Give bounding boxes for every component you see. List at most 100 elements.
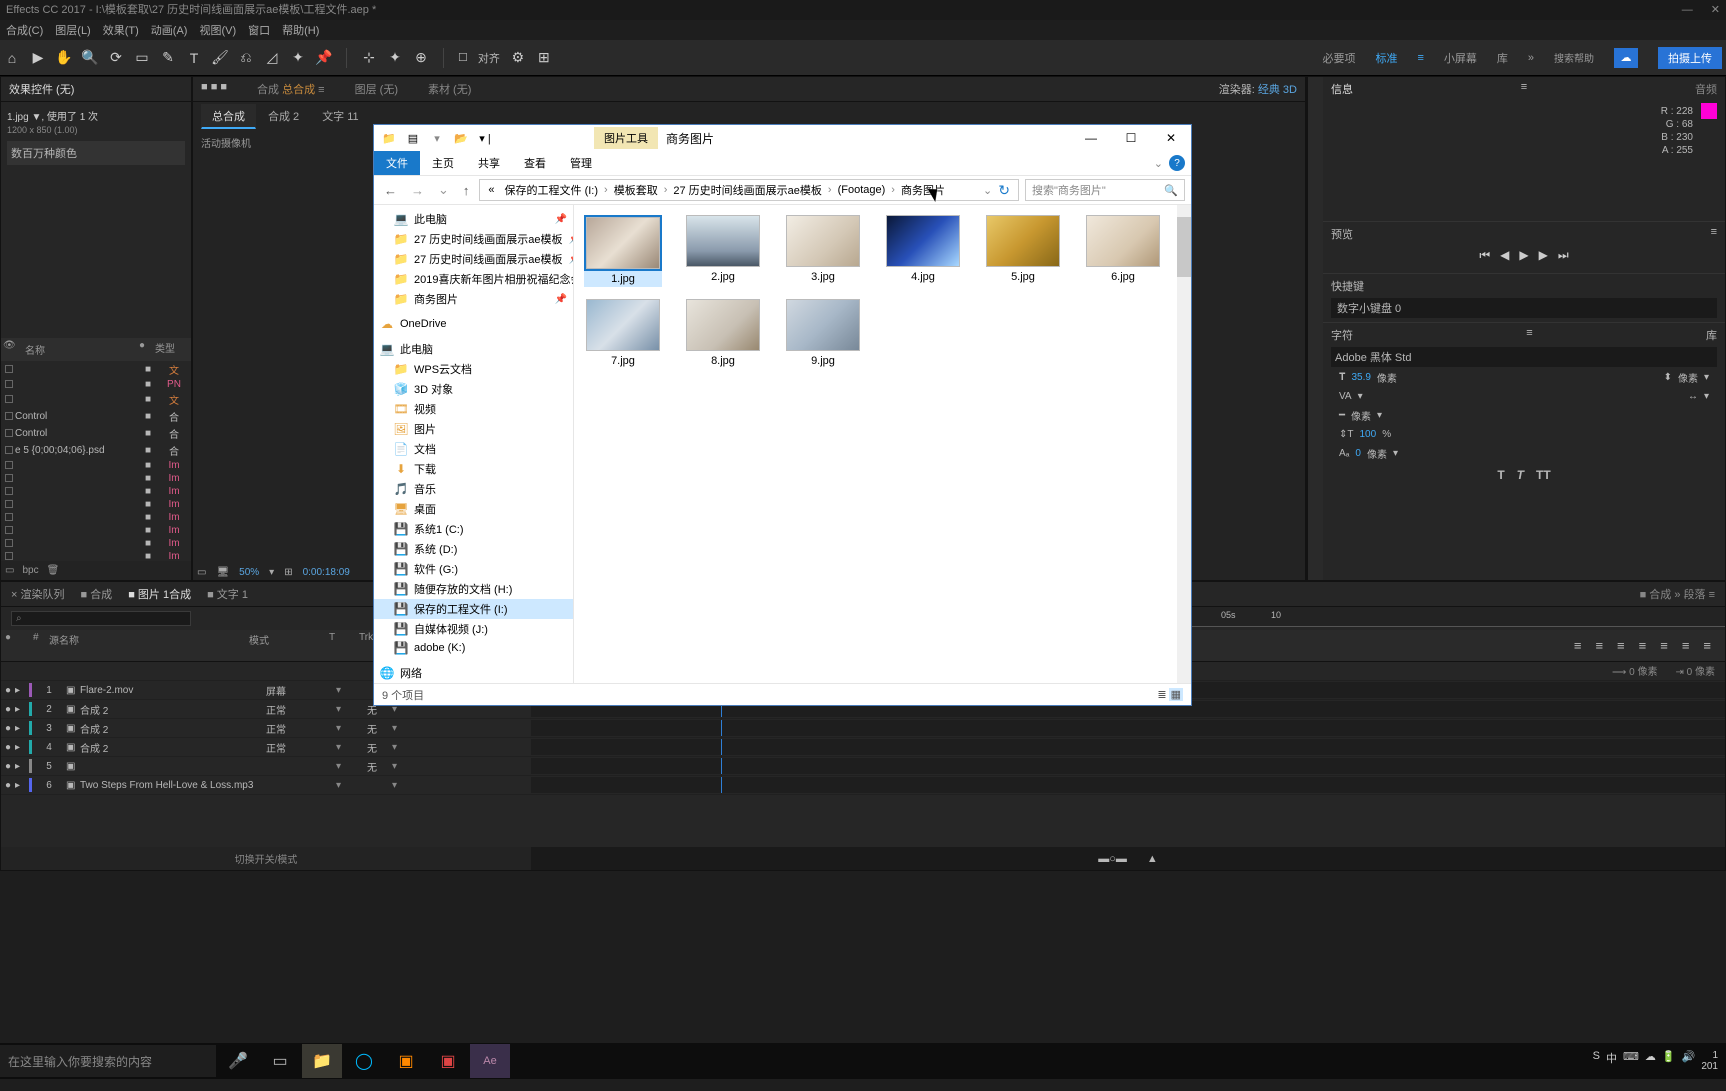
prev-frame-icon[interactable]: ◀ <box>1500 248 1509 263</box>
preview-menu-icon[interactable]: ≡ <box>1711 226 1717 242</box>
tl-zoom-in-icon[interactable]: ▲ <box>1147 853 1158 865</box>
pen-tool-icon[interactable]: ✎ <box>160 50 176 66</box>
align-center-icon[interactable]: ≡ <box>1595 638 1603 653</box>
viewer-grid-icon[interactable]: ⊞ <box>284 567 292 578</box>
snap-opt2-icon[interactable]: ⊞ <box>536 50 552 66</box>
axis-local-icon[interactable]: ⊹ <box>361 50 377 66</box>
tree-node[interactable]: 💾自媒体视频 (J:) <box>374 619 573 639</box>
menu-window[interactable]: 窗口 <box>248 22 270 38</box>
tree-node[interactable]: ☁OneDrive <box>374 315 573 333</box>
tree-node[interactable]: ⬇下载 <box>374 459 573 479</box>
project-row[interactable]: ■Im <box>1 511 191 524</box>
axis-world-icon[interactable]: ✦ <box>387 50 403 66</box>
snapshot-upload-button[interactable]: 拍摄上传 <box>1658 47 1722 69</box>
tl-tab-txt1[interactable]: ■ 文字 1 <box>207 586 248 602</box>
explorer-titlebar[interactable]: 📁 ▤ ▾ 📂 ▾ | 图片工具 商务图片 — ☐ ✕ <box>374 125 1191 151</box>
snap-opt-icon[interactable]: ⚙ <box>510 50 526 66</box>
explorer-search-input[interactable]: 搜索"商务图片" 🔍 <box>1025 179 1185 201</box>
comp-tab-2[interactable]: 合成 2 <box>257 104 310 129</box>
refresh-icon[interactable]: ↻ <box>994 182 1014 199</box>
play-icon[interactable]: ▶ <box>1519 248 1528 263</box>
align-left-icon[interactable]: ≡ <box>1574 638 1582 653</box>
project-row[interactable]: ■Im <box>1 524 191 537</box>
taskbar-app3-icon[interactable]: ▣ <box>428 1044 468 1078</box>
selection-tool-icon[interactable]: ▶ <box>30 50 46 66</box>
workspace-lib[interactable]: 库 <box>1497 50 1508 66</box>
effect-controls-tab[interactable]: 效果控件 (无) <box>9 81 74 97</box>
qat-down-icon[interactable]: ▾ <box>428 129 446 147</box>
explorer-close-button[interactable]: ✕ <box>1151 125 1191 151</box>
ribbon-tab-view[interactable]: 查看 <box>512 151 558 175</box>
ribbon-tab-home[interactable]: 主页 <box>420 151 466 175</box>
view-icons-icon[interactable]: ▦ <box>1169 688 1183 701</box>
addr-dropdown-icon[interactable]: ⌄ <box>983 184 992 197</box>
stamp-tool-icon[interactable]: ⎌ <box>238 50 254 66</box>
home-icon[interactable]: ⌂ <box>4 50 20 66</box>
puppet-tool-icon[interactable]: 📌 <box>316 50 332 66</box>
justify-left-icon[interactable]: ≡ <box>1639 638 1647 653</box>
tree-node[interactable]: 📄文档 <box>374 439 573 459</box>
justify-all-icon[interactable]: ≡ <box>1703 638 1711 653</box>
file-thumbnail[interactable]: 3.jpg <box>784 215 862 287</box>
roto-tool-icon[interactable]: ✦ <box>290 50 306 66</box>
minimize-button[interactable]: — <box>1682 0 1693 20</box>
project-row[interactable]: Control■合 <box>1 408 191 425</box>
audio-tab[interactable]: 音频 <box>1695 81 1717 97</box>
crumb-1[interactable]: 模板套取 <box>610 182 662 198</box>
timeline-search-input[interactable] <box>11 611 191 626</box>
rect-tool-icon[interactable]: ▭ <box>134 50 150 66</box>
address-bar[interactable]: « 保存的工程文件 (I:)› 模板套取› 27 历史时间线画面展示ae模板› … <box>479 179 1019 201</box>
align-right-icon[interactable]: ≡ <box>1617 638 1625 653</box>
tree-node[interactable]: 🎞视频 <box>374 399 573 419</box>
workspace-small[interactable]: 小屏幕 <box>1444 50 1477 66</box>
explorer-minimize-button[interactable]: — <box>1071 125 1111 151</box>
quick-key-value[interactable]: 数字小键盘 0 <box>1331 298 1717 318</box>
workspace-menu-icon[interactable]: ≡ <box>1417 52 1423 64</box>
project-row[interactable]: ■Im <box>1 550 191 562</box>
project-row[interactable]: ■文 <box>1 391 191 408</box>
workspace-more-icon[interactable]: » <box>1528 52 1534 64</box>
tl-tab-comp[interactable]: ■ 合成 <box>80 586 112 602</box>
project-row[interactable]: ■PN <box>1 378 191 391</box>
axis-view-icon[interactable]: ⊕ <box>413 50 429 66</box>
view-details-icon[interactable]: ≣ <box>1157 688 1166 701</box>
project-col-name[interactable]: 名称 <box>21 340 137 359</box>
crumb-4[interactable]: 商务图片 <box>897 182 949 198</box>
info-tab[interactable]: 信息 <box>1331 81 1353 97</box>
hand-tool-icon[interactable]: ✋ <box>56 50 72 66</box>
tree-node[interactable]: 💾系统1 (C:) <box>374 519 573 539</box>
tl-zoom-out-icon[interactable]: ▬○▬ <box>1098 853 1127 865</box>
bold-button[interactable]: T <box>1497 468 1504 482</box>
tree-node[interactable]: 💾保存的工程文件 (I:) <box>374 599 573 619</box>
tree-node[interactable]: 💾adobe (K:) <box>374 639 573 657</box>
tree-node[interactable]: 💾系统 (D:) <box>374 539 573 559</box>
taskbar-search-input[interactable]: 在这里输入你要搜索的内容 <box>0 1045 216 1077</box>
tl-tab-pic1[interactable]: ■ 图片 1合成 <box>128 586 191 602</box>
system-tray[interactable]: S 中 ⌨ ☁ 🔋 🔊 1201 <box>1585 1050 1726 1072</box>
menu-effect[interactable]: 效果(T) <box>103 22 139 38</box>
timeline-row[interactable]: ●▸3▣合成 2正常▾无▾ <box>1 719 1725 738</box>
taskbar-aftereffects-icon[interactable]: Ae <box>470 1044 510 1078</box>
allcaps-button[interactable]: TT <box>1536 468 1551 482</box>
tree-node[interactable]: 🎵音乐 <box>374 479 573 499</box>
tree-node[interactable]: 📁WPS云文档 <box>374 359 573 379</box>
comp-tab-text11[interactable]: 文字 11 <box>311 104 369 129</box>
tree-node[interactable]: 📁27 历史时间线画面展示ae模板📌 <box>374 249 573 269</box>
ribbon-tab-share[interactable]: 共享 <box>466 151 512 175</box>
file-thumbnail[interactable]: 7.jpg <box>584 299 662 367</box>
qat-props-icon[interactable]: ▤ <box>404 129 422 147</box>
menu-comp[interactable]: 合成(C) <box>6 22 43 38</box>
project-row[interactable]: ■Im <box>1 459 191 472</box>
font-family-select[interactable]: Adobe 黑体 Std <box>1331 347 1717 367</box>
project-list[interactable]: ■文■PN■文Control■合Control■合e 5 {0;00;04;06… <box>1 361 191 562</box>
project-row[interactable]: ■Im <box>1 498 191 511</box>
menu-anim[interactable]: 动画(A) <box>151 22 188 38</box>
file-thumbnail[interactable]: 4.jpg <box>884 215 962 287</box>
explorer-tree[interactable]: 💻此电脑📌📁27 历史时间线画面展示ae模板📌📁27 历史时间线画面展示ae模板… <box>374 205 574 683</box>
tree-node[interactable]: 🧊3D 对象 <box>374 379 573 399</box>
crumb-2[interactable]: 27 历史时间线画面展示ae模板 <box>669 182 826 198</box>
project-row[interactable]: ■文 <box>1 361 191 378</box>
project-row[interactable]: e 5 {0;00;04;06}.psd■合 <box>1 442 191 459</box>
ribbon-expand-icon[interactable]: ⌄ <box>1154 157 1163 170</box>
timeline-toggle-switches[interactable]: 切换开关/模式 <box>1 847 531 870</box>
